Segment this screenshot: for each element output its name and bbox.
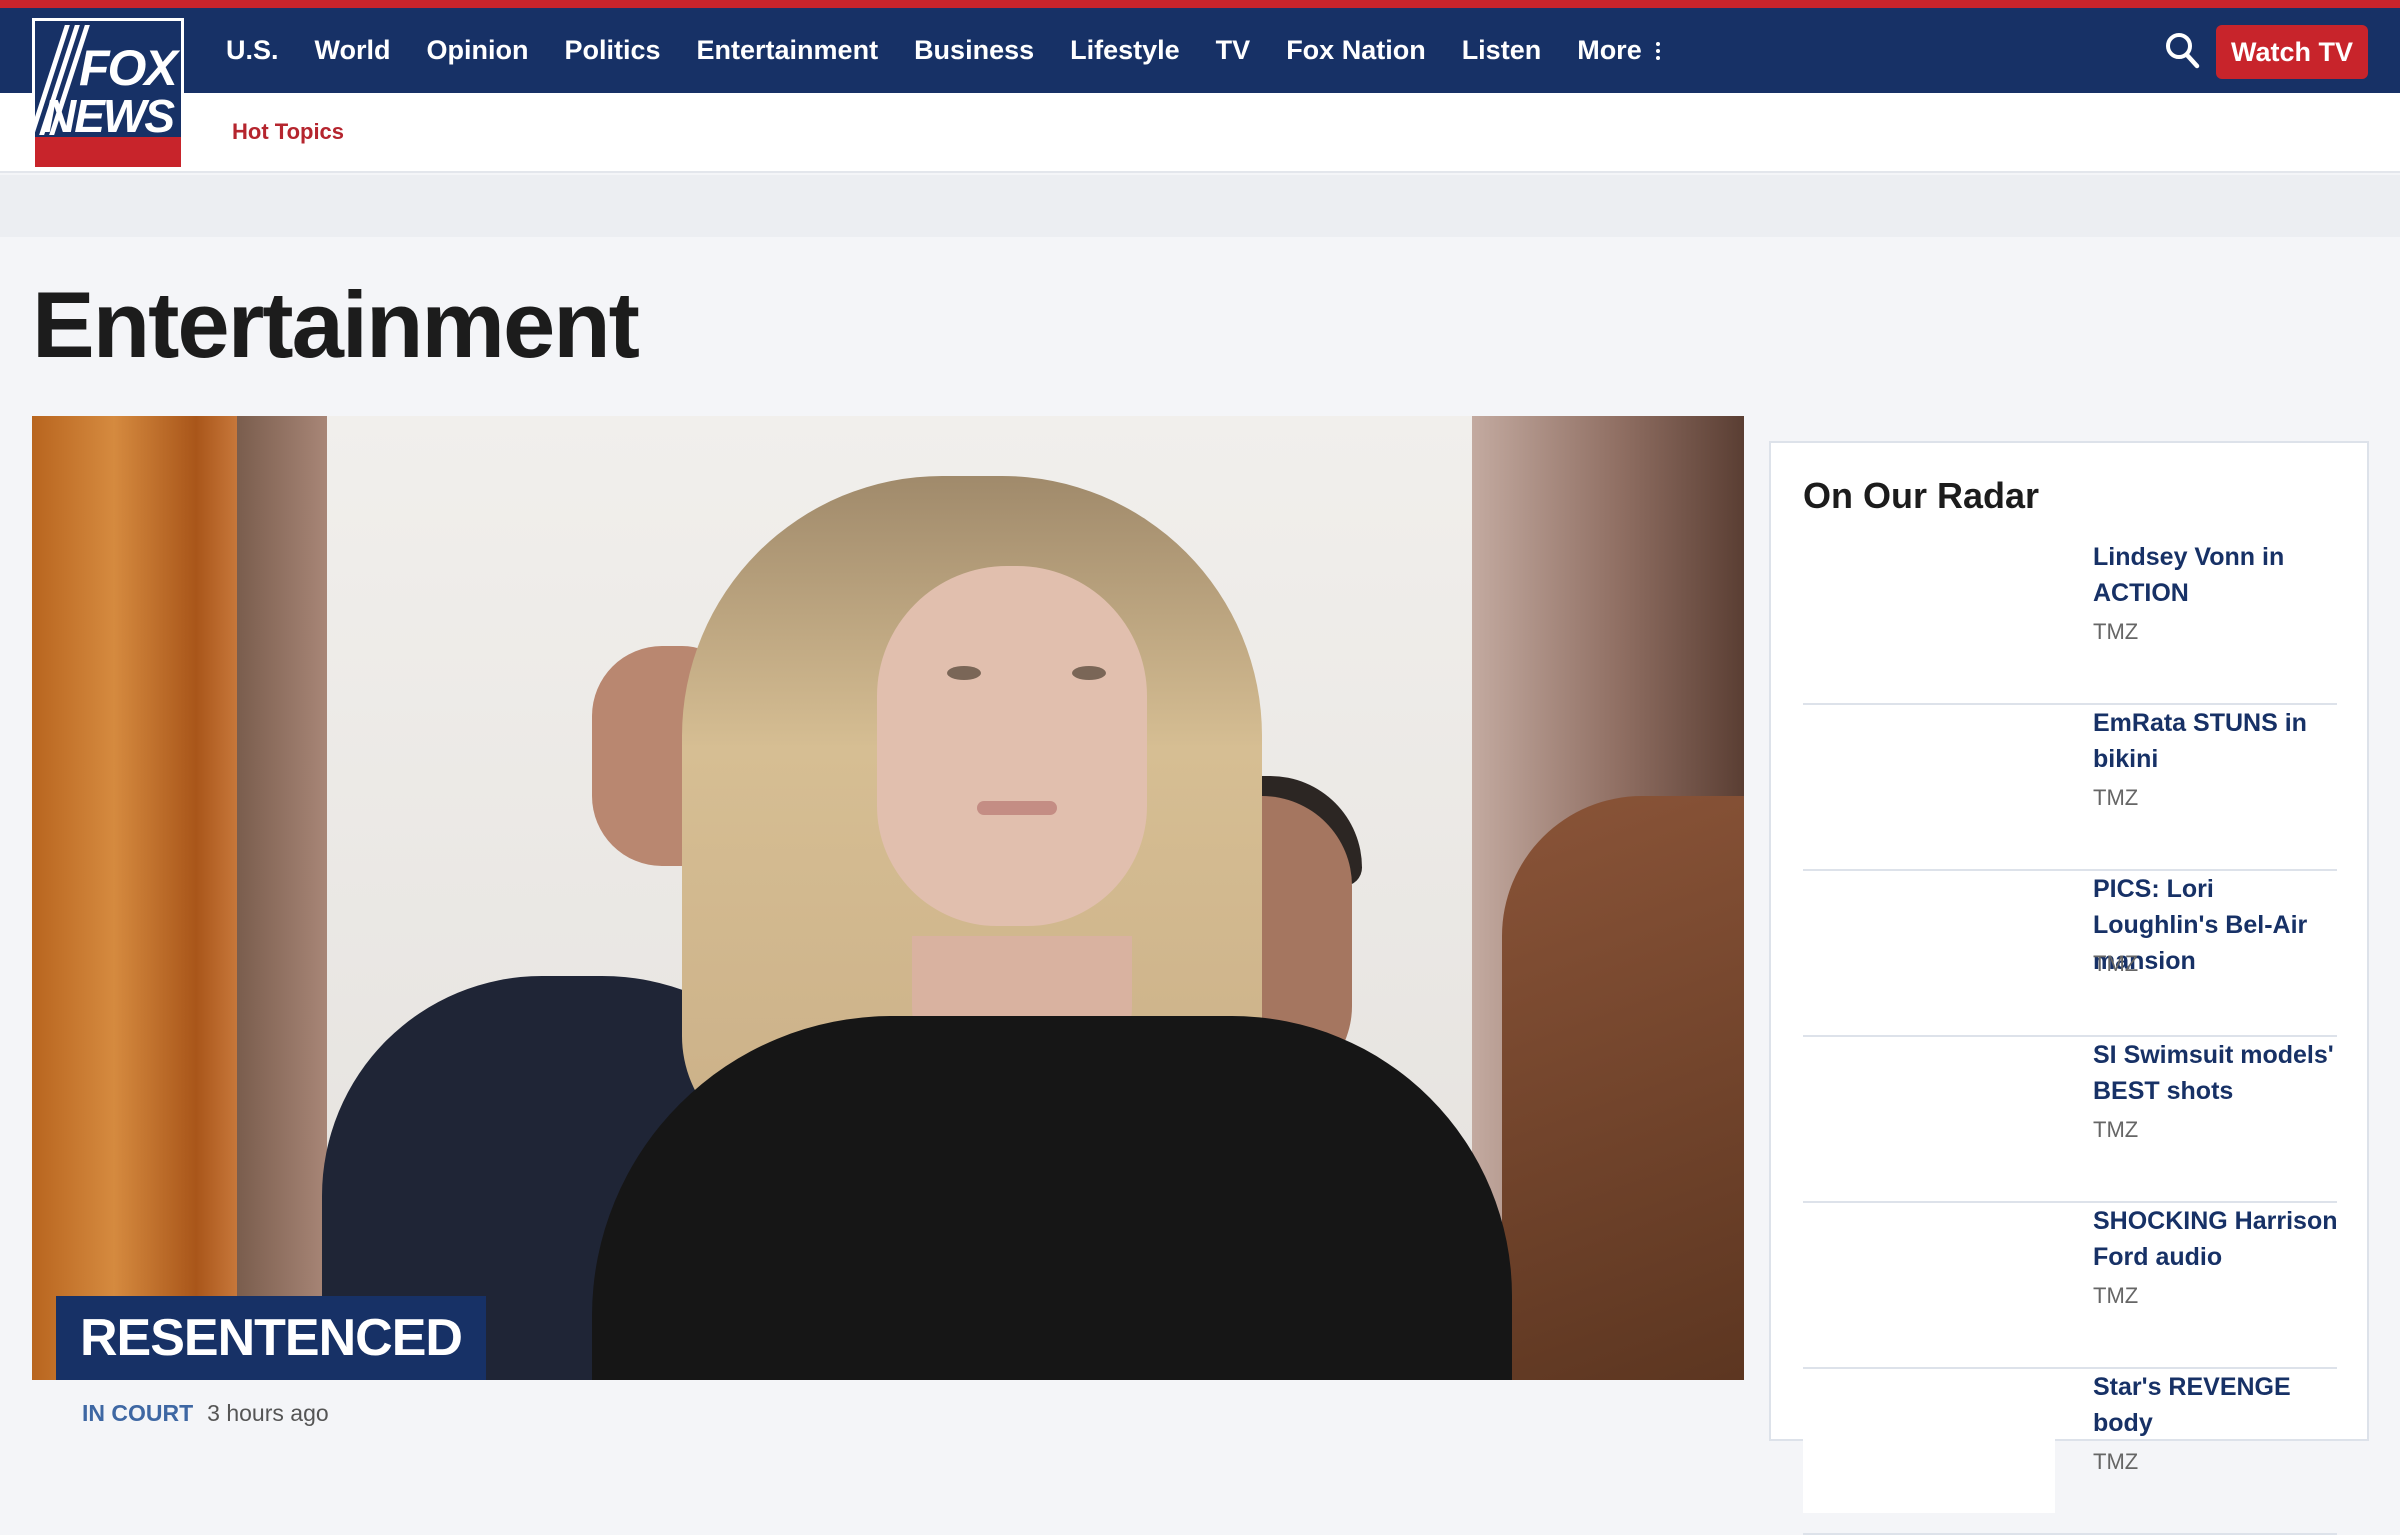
- watch-tv-button[interactable]: Watch TV: [2216, 25, 2368, 79]
- search-button[interactable]: [2164, 30, 2202, 70]
- logo-text-fox: FOX: [79, 40, 178, 96]
- radar-item[interactable]: SI Swimsuit models' BEST shots TMZ: [1803, 1037, 2337, 1203]
- radar-item[interactable]: SHOCKING Harrison Ford audio TMZ: [1803, 1203, 2337, 1369]
- nav-lifestyle[interactable]: Lifestyle: [1070, 35, 1180, 66]
- fox-news-logo[interactable]: FOX NEWS: [32, 18, 184, 170]
- nav-politics[interactable]: Politics: [565, 35, 661, 66]
- nav-opinion[interactable]: Opinion: [427, 35, 529, 66]
- radar-thumbnail[interactable]: [1803, 715, 2055, 849]
- radar-item[interactable]: PICS: Lori Loughlin's Bel-Air mansion TM…: [1803, 871, 2337, 1037]
- hero-meta: IN COURT 3 hours ago: [82, 1400, 329, 1427]
- radar-list: Lindsey Vonn in ACTION TMZ EmRata STUNS …: [1803, 539, 2337, 1535]
- page-title: Entertainment: [32, 272, 640, 377]
- radar-source: TMZ: [2093, 1117, 2139, 1142]
- radar-item[interactable]: Lindsey Vonn in ACTION TMZ: [1803, 539, 2337, 705]
- radar-title: On Our Radar: [1803, 475, 2040, 516]
- search-icon: [2166, 33, 2200, 69]
- radar-source: TMZ: [2093, 1449, 2139, 1474]
- nav-world[interactable]: World: [315, 35, 391, 66]
- hot-topics-link[interactable]: Hot Topics: [232, 119, 344, 145]
- on-our-radar-panel: On Our Radar Lindsey Vonn in ACTION TMZ …: [1769, 441, 2369, 1535]
- hero-timestamp: 3 hours ago: [207, 1400, 329, 1426]
- radar-headline[interactable]: Star's REVENGE body: [2093, 1369, 2343, 1441]
- radar-source: TMZ: [2093, 1283, 2139, 1308]
- radar-headline[interactable]: EmRata STUNS in bikini: [2093, 705, 2343, 777]
- nav-listen[interactable]: Listen: [1462, 35, 1542, 66]
- hero-category-link[interactable]: IN COURT: [82, 1400, 193, 1427]
- radar-item[interactable]: Star's REVENGE body TMZ: [1803, 1369, 2337, 1535]
- nav-more-label: More: [1577, 35, 1642, 65]
- radar-item[interactable]: EmRata STUNS in bikini TMZ: [1803, 705, 2337, 871]
- logo-text-news: NEWS: [43, 90, 175, 142]
- nav-entertainment[interactable]: Entertainment: [697, 35, 879, 66]
- logo-red-band: [35, 137, 181, 167]
- radar-headline[interactable]: Lindsey Vonn in ACTION: [2093, 539, 2343, 611]
- radar-source: TMZ: [2093, 619, 2139, 644]
- radar-thumbnail[interactable]: [1803, 1213, 2055, 1347]
- radar-thumbnail[interactable]: [1803, 881, 2055, 1015]
- radar-thumbnail[interactable]: [1803, 549, 2055, 683]
- radar-thumbnail[interactable]: [1803, 1379, 2055, 1513]
- hero-image[interactable]: [32, 416, 1744, 1380]
- nav-tv[interactable]: TV: [1216, 35, 1251, 66]
- ad-band: [0, 175, 2400, 237]
- hero-headline-label[interactable]: RESENTENCED: [56, 1296, 486, 1380]
- radar-headline[interactable]: SI Swimsuit models' BEST shots: [2093, 1037, 2343, 1109]
- radar-thumbnail[interactable]: [1803, 1047, 2055, 1181]
- nav-us[interactable]: U.S.: [226, 35, 279, 66]
- top-accent-line: [0, 0, 2400, 8]
- radar-source: TMZ: [2093, 951, 2139, 976]
- nav-business[interactable]: Business: [914, 35, 1034, 66]
- nav-more-button[interactable]: More: [1577, 35, 1660, 66]
- sub-navbar: [0, 93, 2400, 173]
- radar-headline[interactable]: SHOCKING Harrison Ford audio: [2093, 1203, 2343, 1275]
- kebab-icon: [1655, 41, 1660, 60]
- nav-fox-nation[interactable]: Fox Nation: [1286, 35, 1426, 66]
- primary-nav: U.S. World Opinion Politics Entertainmen…: [226, 8, 1696, 93]
- radar-source: TMZ: [2093, 785, 2139, 810]
